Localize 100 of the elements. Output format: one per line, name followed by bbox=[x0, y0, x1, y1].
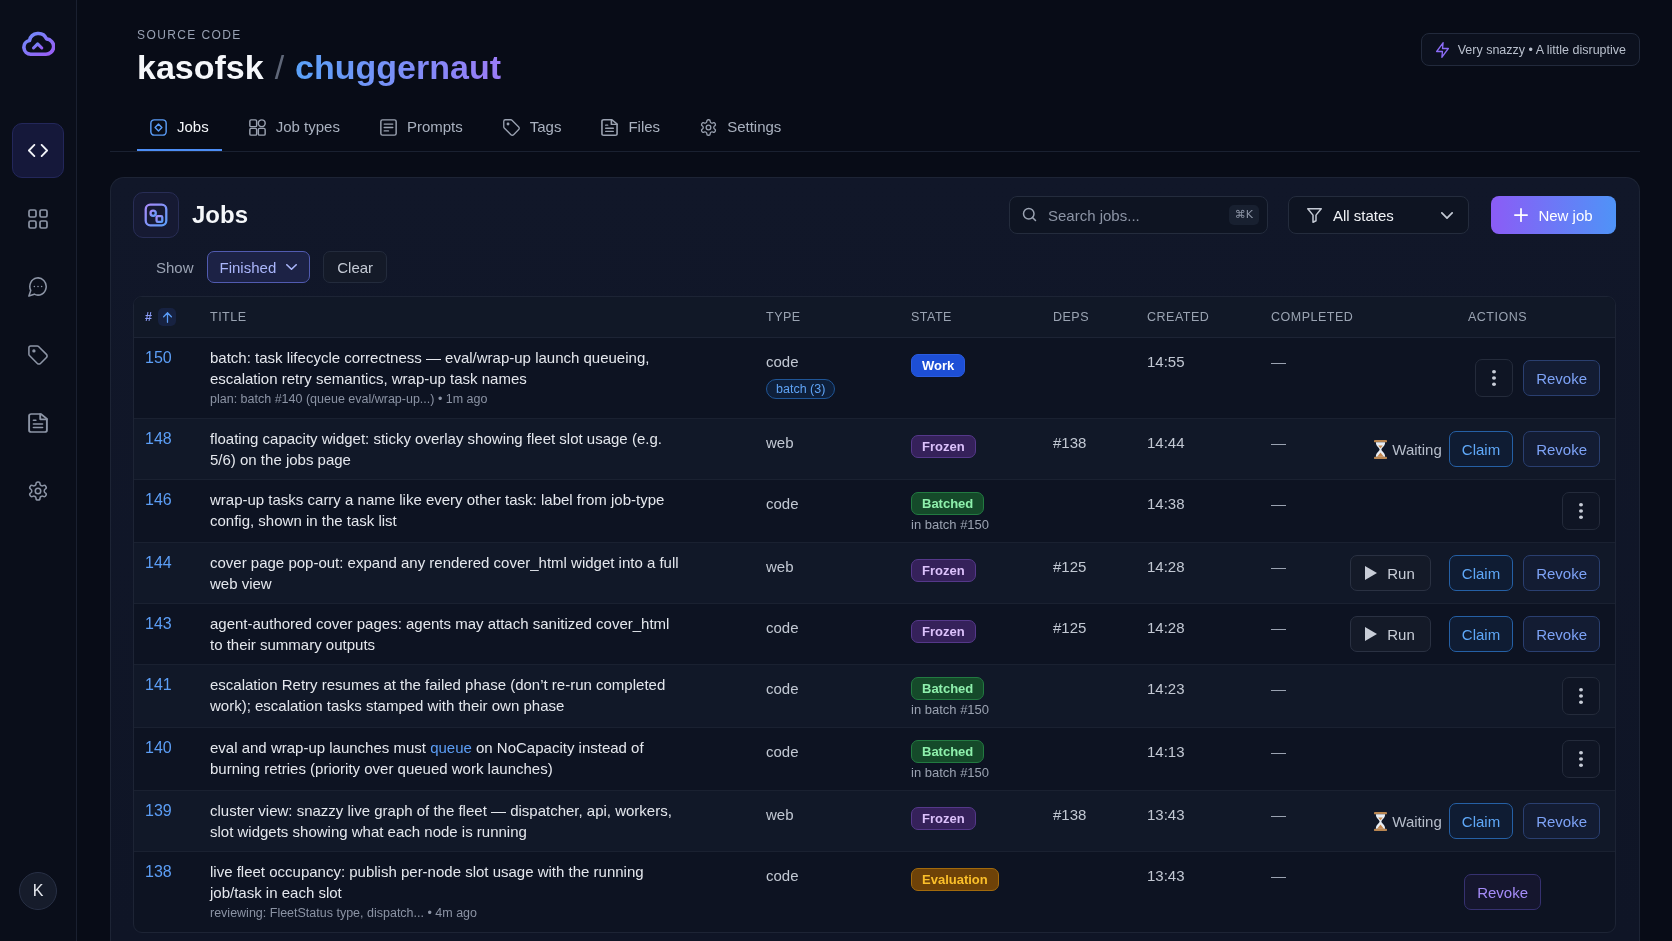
created-time: 14:55 bbox=[1147, 353, 1185, 370]
tab[interactable]: Job types bbox=[235, 107, 353, 151]
column-header[interactable]: TITLE bbox=[210, 310, 247, 324]
tab[interactable]: Settings bbox=[687, 107, 795, 151]
tag-icon bbox=[502, 118, 520, 136]
settings-icon[interactable] bbox=[28, 480, 48, 501]
job-number-link[interactable]: 148 bbox=[145, 430, 172, 447]
more-button[interactable] bbox=[1562, 740, 1600, 778]
column-header[interactable]: TYPE bbox=[766, 310, 801, 324]
shapes-tile-icon bbox=[133, 192, 179, 238]
dependency-ref: #125 bbox=[1053, 619, 1087, 636]
owner-name[interactable]: kasofsk bbox=[137, 46, 264, 88]
job-number-link[interactable]: 140 bbox=[145, 739, 172, 756]
job-number-link[interactable]: 143 bbox=[145, 615, 172, 632]
column-header[interactable]: COMPLETED bbox=[1271, 310, 1354, 324]
job-number-link[interactable]: 141 bbox=[145, 676, 172, 693]
completed-time: — bbox=[1271, 619, 1286, 636]
more-button[interactable] bbox=[1562, 677, 1600, 715]
column-header[interactable]: STATE bbox=[911, 310, 952, 324]
column-header[interactable]: # bbox=[145, 310, 153, 324]
new-job-button[interactable]: New job bbox=[1491, 196, 1616, 234]
claim-button[interactable]: Claim bbox=[1448, 616, 1514, 652]
completed-time: — bbox=[1271, 558, 1286, 575]
grid-icon[interactable] bbox=[28, 208, 48, 229]
claim-button[interactable]: Claim bbox=[1448, 555, 1514, 591]
play-icon bbox=[1365, 627, 1378, 641]
file-icon[interactable] bbox=[28, 412, 48, 433]
job-number-link[interactable]: 144 bbox=[145, 554, 172, 571]
job-title: escalation Retry resumes at the failed phase (don’t re-run completed work); escalation tasks stamped with their own phase bbox=[210, 675, 667, 716]
job-title: floating capacity widget: sticky overlay showing fleet slot usage (e.g. 5/6) on the jobs page bbox=[210, 429, 663, 470]
state-badge: Work bbox=[911, 354, 966, 377]
column-header[interactable]: CREATED bbox=[1147, 310, 1210, 324]
show-label: Show bbox=[156, 258, 194, 276]
state-filter-dropdown[interactable]: All states bbox=[1288, 196, 1469, 234]
job-type: web bbox=[766, 805, 794, 825]
mood-text: Very snazzy • A little disruptive bbox=[1457, 42, 1626, 57]
clear-button[interactable]: Clear bbox=[323, 251, 388, 283]
search-icon bbox=[1022, 207, 1037, 222]
job-title: cover page pop-out: expand any rendered cover_html widget into a full web view bbox=[210, 553, 680, 594]
revoke-button[interactable]: Revoke bbox=[1523, 555, 1600, 591]
cloud-logo-icon[interactable] bbox=[21, 30, 55, 57]
job-type: code bbox=[766, 742, 799, 762]
show-filter-dropdown[interactable]: Finished bbox=[206, 251, 311, 283]
tab[interactable]: Prompts bbox=[366, 107, 476, 151]
user-avatar[interactable]: K bbox=[19, 872, 57, 910]
state-badge: Batched bbox=[911, 740, 985, 763]
job-number-link[interactable]: 138 bbox=[145, 863, 172, 880]
job-type: web bbox=[766, 433, 794, 453]
run-button[interactable]: Run bbox=[1350, 616, 1431, 652]
title-link[interactable]: queue bbox=[430, 739, 472, 756]
claim-button[interactable]: Claim bbox=[1448, 803, 1514, 839]
waiting-status: Waiting bbox=[1392, 440, 1442, 458]
job-title: live fleet occupancy: publish per-node slot usage with the running job/task in each slot bbox=[210, 862, 645, 903]
revoke-button[interactable]: Revoke bbox=[1464, 874, 1541, 910]
revoke-button[interactable]: Revoke bbox=[1523, 431, 1600, 467]
job-type: code bbox=[766, 494, 799, 514]
job-type: code bbox=[766, 352, 799, 372]
dependency-ref: #138 bbox=[1053, 434, 1087, 451]
more-button[interactable] bbox=[1475, 359, 1514, 397]
shortcut-hint: ⌘K bbox=[1228, 205, 1259, 225]
text-frame-icon bbox=[379, 118, 397, 136]
revoke-button[interactable]: Revoke bbox=[1523, 360, 1600, 396]
created-time: 14:13 bbox=[1147, 743, 1185, 760]
job-number-link[interactable]: 139 bbox=[145, 802, 172, 819]
column-header[interactable]: ACTIONS bbox=[1468, 310, 1528, 324]
job-number-link[interactable]: 150 bbox=[145, 349, 172, 366]
batch-note: in batch #150 bbox=[911, 764, 990, 781]
tab[interactable]: Jobs bbox=[137, 107, 222, 151]
job-title: batch: task lifecycle correctness — eval/wrap-up launch queueing, escalation retry semantics, wrap-up task names bbox=[210, 348, 651, 389]
completed-time: — bbox=[1271, 680, 1286, 697]
tab[interactable]: Files bbox=[588, 107, 674, 151]
job-title: eval and wrap-up launches must queue on NoCapacity instead of burning retries (priority over queued work launches) bbox=[210, 738, 645, 779]
revoke-button[interactable]: Revoke bbox=[1523, 803, 1600, 839]
job-number-link[interactable]: 146 bbox=[145, 491, 172, 508]
job-type: code bbox=[766, 618, 799, 638]
hourglass-icon bbox=[1374, 811, 1388, 831]
batch-tag[interactable]: batch (3) bbox=[766, 379, 836, 399]
file-icon bbox=[601, 118, 619, 136]
tag-icon[interactable] bbox=[28, 344, 48, 365]
settings-icon bbox=[700, 118, 718, 136]
chat-icon[interactable] bbox=[28, 276, 48, 297]
blocks-icon bbox=[248, 118, 266, 136]
run-button[interactable]: Run bbox=[1350, 555, 1431, 591]
more-button[interactable] bbox=[1562, 492, 1600, 530]
waiting-status: Waiting bbox=[1392, 812, 1442, 830]
column-header[interactable]: DEPS bbox=[1053, 310, 1090, 324]
state-badge: Frozen bbox=[911, 559, 976, 582]
lightning-icon bbox=[1435, 41, 1449, 58]
plus-icon bbox=[1514, 208, 1529, 222]
nav-button[interactable] bbox=[12, 123, 64, 178]
state-badge: Batched bbox=[911, 677, 985, 700]
batch-note: in batch #150 bbox=[911, 701, 990, 718]
more-vertical-icon bbox=[1579, 688, 1583, 704]
claim-button[interactable]: Claim bbox=[1448, 431, 1514, 467]
revoke-button[interactable]: Revoke bbox=[1523, 616, 1600, 652]
tab[interactable]: Tags bbox=[489, 107, 575, 151]
job-meta: plan: batch #140 (queue eval/wrap-up...) • 1m ago bbox=[210, 391, 488, 408]
batch-note: in batch #150 bbox=[911, 516, 990, 533]
sort-ascending-icon[interactable] bbox=[158, 308, 177, 326]
state-badge: Batched bbox=[911, 492, 985, 515]
